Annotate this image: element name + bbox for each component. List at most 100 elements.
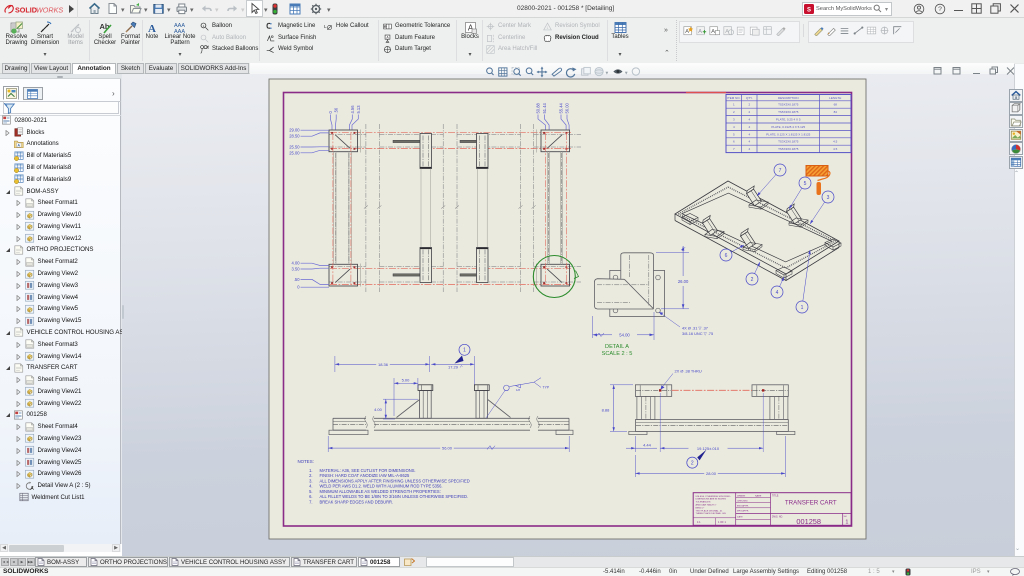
svg-text:25.50: 25.50 [289,145,300,150]
svg-text:2.: 2. [309,473,312,478]
svg-text:1 OF 1: 1 OF 1 [718,520,726,524]
svg-text:DATE: DATE [737,516,743,519]
svg-text:NAME: NAME [755,494,762,497]
svg-text:ITEM NO.: ITEM NO. [727,96,740,100]
svg-text:1:1: 1:1 [697,520,701,524]
svg-text:6.: 6. [309,494,312,499]
svg-text:2: 2 [751,277,754,283]
svg-text:4: 4 [776,290,779,296]
svg-text:7: 7 [779,168,782,174]
svg-text:TWO PLACE DECIMAL .01: TWO PLACE DECIMAL .01 [696,509,724,512]
svg-text:A: A [17,143,20,147]
svg-text:26.00: 26.00 [678,279,689,284]
svg-text:6: 6 [725,253,728,259]
svg-text:SH: SH [844,516,847,518]
svg-text:QTY.: QTY. [746,96,753,100]
svg-text:8.88: 8.88 [602,408,611,413]
svg-text:54.00: 54.00 [619,332,630,337]
svg-text:Ab: Ab [99,22,109,31]
svg-text:SCALE 2 : 5: SCALE 2 : 5 [602,351,633,357]
svg-text:PLATE, 0.25 4 X 5: PLATE, 0.25 4 X 5 [776,118,801,122]
svg-text:A: A [30,485,34,490]
svg-text:TYP: TYP [543,386,550,390]
svg-text:29.00: 29.00 [289,128,300,133]
svg-text:5: 5 [804,181,807,187]
svg-text:TS5X3X0.1875: TS5X3X0.1875 [778,110,799,114]
svg-text:TS5X3X0.1875: TS5X3X0.1875 [778,103,799,107]
svg-text:BREAK SHARP EDGES AND DEBURR.: BREAK SHARP EDGES AND DEBURR. [320,499,394,504]
svg-text:1: 1 [547,26,549,30]
svg-text:MATERIAL: A36, SEE CUTLIST FO: MATERIAL: A36, SEE CUTLIST FOR DIMENSION… [320,468,416,473]
svg-text:A: A [712,29,716,35]
svg-text:TITLE:: TITLE: [772,496,779,498]
svg-text:5.00: 5.00 [402,378,411,383]
svg-text:50.88: 50.88 [536,103,541,114]
svg-text:THREE PLACE DECIMAL .005: THREE PLACE DECIMAL .005 [696,512,727,515]
svg-text:68: 68 [834,103,838,107]
svg-text:.50: .50 [294,277,300,282]
svg-text:3.50: 3.50 [292,267,301,272]
svg-text:WELD PER AWS D1.2. WELD WITH: WELD PER AWS D1.2. WELD WITH ALUMINUM RO… [320,484,443,489]
svg-text:MINIMUM ALLOWABLE AS WELDED ST: MINIMUM ALLOWABLE AS WELDED STRENGTH PRO… [320,489,441,494]
svg-text:TS3X2X0.1875: TS3X2X0.1875 [778,140,799,144]
svg-text:▾: ▾ [625,70,628,76]
svg-text:4.56: 4.56 [350,105,355,114]
svg-text:UNLESS OTHERWISE SPECIFIED:: UNLESS OTHERWISE SPECIFIED: [696,496,732,498]
svg-text:PLATE, 0.3125 4 X 5.125: PLATE, 0.3125 4 X 5.125 [771,125,805,129]
svg-text:WORKS: WORKS [36,6,63,15]
svg-text:PLATE, 0.125 X 1.8125 X 1.8125: PLATE, 0.125 X 1.8125 X 1.8125 [766,132,810,136]
svg-text:28.50: 28.50 [289,134,300,139]
svg-text:NOTES:: NOTES: [298,459,314,464]
svg-text:1: 1 [463,348,466,354]
svg-text:7.: 7. [309,499,312,504]
svg-text:19.125±.010: 19.125±.010 [697,446,720,451]
svg-text:4.00: 4.00 [292,261,301,266]
svg-text:ALL DIMENSIONS APPLY AFTER FIN: ALL DIMENSIONS APPLY AFTER FINISHING UNL… [320,478,470,483]
svg-text:?: ? [938,6,942,13]
svg-text:55.44: 55.44 [559,103,564,114]
svg-text:MFG APPR.: MFG APPR. [737,510,749,513]
svg-text:18.36: 18.36 [378,362,389,367]
svg-text:FINISH: HARD COAT ANODIZE IAW: FINISH: HARD COAT ANODIZE IAW MIL-A-8625 [320,473,410,478]
svg-text:5.13: 5.13 [356,105,361,114]
svg-text:1.: 1. [309,468,312,473]
svg-text:56.00: 56.00 [565,103,570,114]
svg-text:DESCRIPTION: DESCRIPTION [778,96,799,100]
svg-text:1: 1 [845,520,848,526]
svg-text:84: 84 [834,110,838,114]
svg-text:TS5X3X0.1875: TS5X3X0.1875 [778,147,799,151]
svg-text:.56: .56 [334,107,339,113]
svg-text:▾: ▾ [606,70,609,76]
svg-text:ANGULAR: MACH 1°: ANGULAR: MACH 1° [696,504,717,507]
svg-text:5.: 5. [309,489,312,494]
svg-text:4.44: 4.44 [643,442,652,447]
svg-text:S: S [807,7,811,13]
svg-text:TOLERANCES:: TOLERANCES: [696,501,712,504]
svg-text:4.5: 4.5 [833,147,838,151]
svg-text:1: 1 [801,305,804,311]
svg-text:2: 2 [691,460,694,466]
svg-text:A: A [698,29,702,35]
svg-text:CHECKED: CHECKED [737,501,748,503]
svg-text:25.00: 25.00 [289,150,300,155]
svg-text:A: A [685,29,689,35]
svg-text:LENGTH: LENGTH [829,96,841,100]
svg-text:3.: 3. [309,478,312,483]
svg-text:DETAIL A: DETAIL A [605,344,629,350]
svg-text:ENG APPR.: ENG APPR. [737,505,749,508]
svg-text:51.44: 51.44 [542,103,547,114]
svg-text:001258: 001258 [796,517,821,526]
svg-text:4.5: 4.5 [833,140,838,144]
svg-text:28.00: 28.00 [706,471,717,476]
svg-text:56.00: 56.00 [442,446,453,451]
svg-text:BEND 2°: BEND 2° [696,507,705,509]
svg-text:1/8: 1/8 [516,388,520,392]
svg-text:TRANSFER CART: TRANSFER CART [785,500,837,507]
svg-text:DIMENSIONS ARE IN INCHES: DIMENSIONS ARE IN INCHES [696,498,727,501]
svg-text:DWG. NO.: DWG. NO. [772,516,783,518]
svg-text:SOLID: SOLID [15,6,37,15]
svg-text:4.00: 4.00 [374,407,383,412]
svg-text:17.29: 17.29 [448,364,459,369]
svg-text:L: L [324,24,327,30]
svg-text:ALL FILLET WELDS TO BE 1/8IN T: ALL FILLET WELDS TO BE 1/8IN TO 3/16IN U… [320,494,469,499]
